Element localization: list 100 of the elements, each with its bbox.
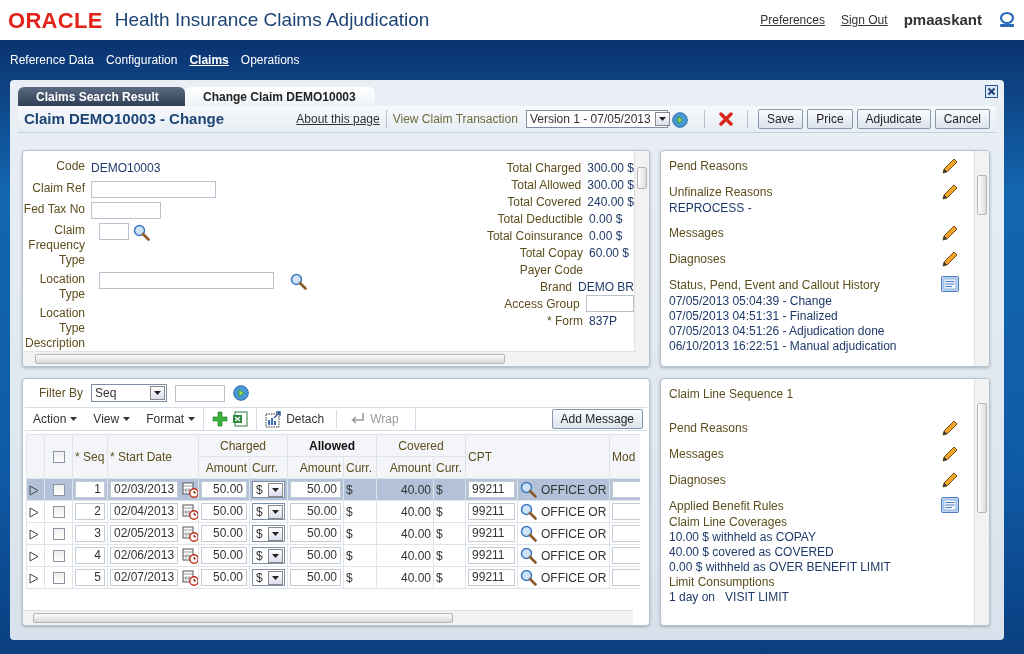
expand-icon[interactable]: [29, 572, 39, 584]
input-field[interactable]: [585, 295, 634, 312]
column-header[interactable]: Covered: [376, 434, 466, 457]
date-field[interactable]: 02/06/2013: [110, 547, 178, 564]
table-row[interactable]: 1 02/03/2013 50.00 $ 50.00 $ 40.00 $ 99211 OFFICE OR: [26, 478, 640, 501]
search-icon[interactable]: [520, 569, 538, 586]
go-icon[interactable]: [671, 111, 688, 128]
search-icon[interactable]: [520, 481, 538, 498]
scrollbar[interactable]: [974, 379, 989, 625]
calendar-clock-icon[interactable]: [182, 503, 198, 520]
cpt-field[interactable]: 99211: [468, 503, 516, 520]
amount-field[interactable]: 50.00: [290, 547, 341, 564]
amount-field[interactable]: 50.00: [201, 481, 247, 498]
scrollbar[interactable]: [634, 151, 649, 366]
search-icon[interactable]: [133, 224, 150, 242]
cpt-field[interactable]: 99211: [468, 547, 516, 564]
date-field[interactable]: 02/03/2013: [110, 481, 178, 498]
delete-icon[interactable]: [718, 112, 733, 126]
pencil-icon[interactable]: [941, 445, 959, 463]
row-checkbox[interactable]: [52, 506, 65, 519]
row-checkbox[interactable]: [52, 484, 65, 497]
toolbar-button[interactable]: Price: [807, 109, 853, 129]
pencil-icon[interactable]: [941, 471, 959, 489]
amount-field[interactable]: 50.00: [201, 525, 247, 542]
input-field[interactable]: [91, 202, 161, 219]
seq-field[interactable]: 2: [75, 503, 105, 520]
toolbar-menu[interactable]: Format: [138, 410, 204, 428]
currency-select[interactable]: $: [252, 525, 285, 542]
currency-select[interactable]: $: [252, 547, 285, 564]
input-field[interactable]: [91, 181, 216, 198]
search-icon[interactable]: [520, 525, 538, 542]
add-message-button[interactable]: Add Message: [551, 409, 643, 429]
table-row[interactable]: 3 02/05/2013 50.00 $ 50.00 $ 40.00 $ 99211 OFFICE OR: [26, 522, 640, 545]
nav-link[interactable]: Operations: [240, 51, 300, 69]
header-link[interactable]: Preferences: [760, 11, 825, 29]
header-link[interactable]: Sign Out: [840, 11, 888, 29]
pencil-icon[interactable]: [941, 183, 959, 201]
pencil-icon[interactable]: [941, 224, 959, 242]
expand-icon[interactable]: [29, 550, 39, 562]
search-icon[interactable]: [290, 273, 307, 291]
toolbar-menu[interactable]: Action: [25, 410, 86, 428]
ring-icon[interactable]: [998, 11, 1016, 29]
select-all-checkbox[interactable]: [52, 451, 65, 464]
toolbar-action[interactable]: Detach: [257, 410, 333, 428]
column-header[interactable]: Mod: [609, 434, 640, 479]
calendar-clock-icon[interactable]: [182, 569, 198, 586]
spreadsheet-icon[interactable]: [232, 411, 249, 427]
tab[interactable]: Claims Search Result: [18, 87, 185, 106]
column-header[interactable]: Charged: [198, 434, 288, 457]
view-transaction-link[interactable]: View Claim Transaction: [392, 110, 518, 128]
date-field[interactable]: 02/04/2013: [110, 503, 178, 520]
version-select[interactable]: Version 1 - 07/05/2013: [525, 110, 668, 128]
nav-link[interactable]: Reference Data: [10, 51, 95, 69]
list-icon[interactable]: [941, 497, 959, 513]
toolbar-button[interactable]: Save: [757, 109, 804, 129]
nav-link[interactable]: Configuration: [106, 51, 178, 69]
calendar-clock-icon[interactable]: [182, 547, 198, 564]
seq-field[interactable]: 4: [75, 547, 105, 564]
row-checkbox[interactable]: [52, 528, 65, 541]
cpt-field[interactable]: 99211: [468, 525, 516, 542]
input-field[interactable]: [175, 384, 225, 402]
expand-icon[interactable]: [29, 506, 39, 518]
cpt-field[interactable]: 99211: [468, 481, 516, 498]
table-row[interactable]: 5 02/07/2013 50.00 $ 50.00 $ 40.00 $ 99211 OFFICE OR: [26, 566, 640, 589]
date-field[interactable]: 02/07/2013: [110, 569, 178, 586]
column-header[interactable]: * Seq: [72, 434, 108, 479]
nav-link[interactable]: Claims: [189, 51, 229, 69]
currency-select[interactable]: $: [252, 481, 285, 498]
column-header[interactable]: CPT: [465, 434, 610, 479]
cpt-field[interactable]: 99211: [468, 569, 516, 586]
toolbar-menu[interactable]: View: [85, 410, 139, 428]
amount-field[interactable]: 50.00: [290, 525, 341, 542]
toolbar-button[interactable]: Cancel: [934, 109, 990, 129]
pencil-icon[interactable]: [941, 419, 959, 437]
input-field[interactable]: [99, 223, 129, 240]
amount-field[interactable]: 50.00: [290, 503, 341, 520]
date-field[interactable]: 02/05/2013: [110, 525, 178, 542]
pencil-icon[interactable]: [941, 250, 959, 268]
close-icon[interactable]: [985, 85, 998, 98]
search-icon[interactable]: [520, 547, 538, 564]
amount-field[interactable]: 50.00: [290, 569, 341, 586]
amount-field[interactable]: 50.00: [201, 569, 247, 586]
input-field[interactable]: [99, 272, 274, 289]
row-checkbox[interactable]: [52, 572, 65, 585]
search-icon[interactable]: [520, 503, 538, 520]
detach-icon[interactable]: [265, 410, 283, 428]
list-icon[interactable]: [941, 276, 959, 292]
scrollbar[interactable]: [23, 351, 636, 366]
amount-field[interactable]: 50.00: [290, 481, 341, 498]
seq-field[interactable]: 5: [75, 569, 105, 586]
row-checkbox[interactable]: [52, 550, 65, 563]
calendar-clock-icon[interactable]: [182, 481, 198, 498]
pencil-icon[interactable]: [941, 157, 959, 175]
filter-select[interactable]: Seq: [91, 384, 167, 402]
column-header[interactable]: * Start Date: [107, 434, 199, 479]
add-icon[interactable]: [212, 411, 229, 427]
toolbar-button[interactable]: Adjudicate: [856, 109, 931, 129]
expand-icon[interactable]: [29, 528, 39, 540]
scrollbar[interactable]: [974, 151, 989, 366]
amount-field[interactable]: 50.00: [201, 503, 247, 520]
